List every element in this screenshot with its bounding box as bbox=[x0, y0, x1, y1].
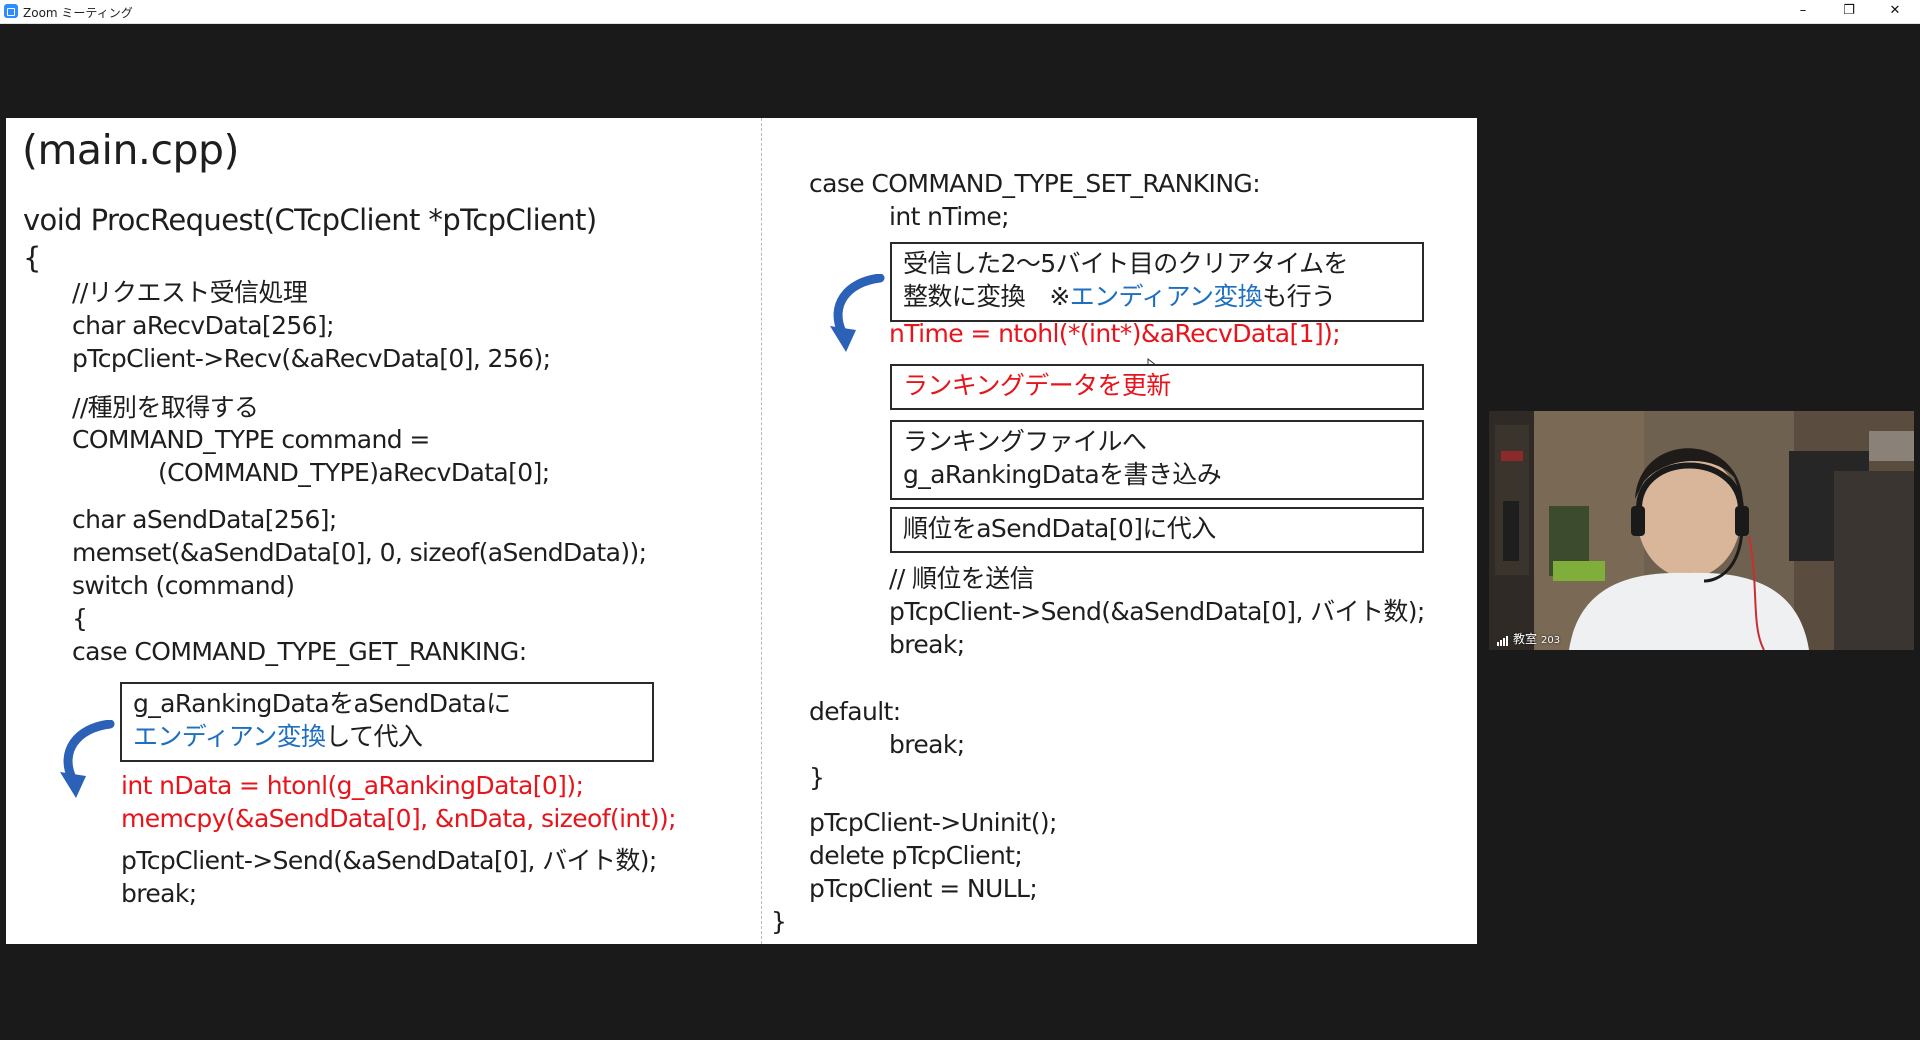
participant-video-tile[interactable]: 教室 203 bbox=[1489, 411, 1914, 650]
note-line2-prefix: 整数に変換 ※ bbox=[903, 282, 1070, 311]
participant-name-label: 教室 203 bbox=[1497, 630, 1560, 647]
signal-strength-icon bbox=[1497, 632, 1509, 646]
code-send-decl: char aSendData[256]; bbox=[72, 505, 337, 534]
note-box-line1: g_aRankingDataをaSendDataに bbox=[133, 689, 511, 718]
note-box-endian-send: g_aRankingDataをaSendDataに エンディアン変換して代入 bbox=[120, 682, 654, 762]
box-update-ranking: ランキングデータを更新 bbox=[890, 364, 1424, 410]
box-write-file-line1: ランキングファイルへ bbox=[903, 427, 1147, 456]
curved-arrow-icon bbox=[60, 720, 115, 798]
minimize-button[interactable]: – bbox=[1780, 0, 1826, 23]
code-null-assign: pTcpClient = NULL; bbox=[809, 874, 1038, 903]
box-write-file: ランキングファイルへ g_aRankingDataを書き込み bbox=[890, 420, 1424, 500]
endian-keyword-right: エンディアン変換 bbox=[1069, 282, 1263, 311]
comment-send-rank: // 順位を送信 bbox=[889, 564, 1035, 593]
note-box-cleartime-line1: 受信した2～5バイト目のクリアタイムを bbox=[903, 249, 1349, 278]
maximize-button[interactable]: ❐ bbox=[1826, 0, 1872, 23]
column-divider bbox=[761, 118, 762, 944]
slide-heading: (main.cpp) bbox=[22, 126, 240, 174]
code-command-cast: (COMMAND_TYPE)aRecvData[0]; bbox=[158, 458, 550, 487]
code-send-call-right: pTcpClient->Send(&aSendData[0], バイト数); bbox=[889, 597, 1425, 626]
code-switch-close: } bbox=[809, 763, 825, 792]
function-open-brace: { bbox=[23, 241, 41, 275]
comment-receive: //リクエスト受信処理 bbox=[72, 278, 308, 307]
code-switch: switch (command) bbox=[72, 571, 295, 600]
participant-name: 教室 bbox=[1513, 632, 1538, 646]
curved-arrow-icon bbox=[830, 274, 885, 352]
endian-keyword: エンディアン変換 bbox=[133, 722, 326, 751]
code-htonl: int nData = htonl(g_aRankingData[0]); bbox=[121, 771, 584, 800]
participant-video-frame bbox=[1489, 411, 1914, 650]
title-bar: Zoom ミーティング – ❐ ✕ bbox=[0, 0, 1920, 24]
zoom-app-icon bbox=[4, 4, 18, 18]
code-case-set-ranking: case COMMAND_TYPE_SET_RANKING: bbox=[809, 169, 1261, 198]
box-assign-rank-text: 順位をaSendData[0]に代入 bbox=[903, 514, 1216, 543]
shared-screen-slide: (main.cpp) void ProcRequest(CTcpClient *… bbox=[6, 118, 1477, 944]
note-box-line2: エンディアン変換して代入 bbox=[133, 721, 423, 753]
box-update-ranking-text: ランキングデータを更新 bbox=[903, 371, 1171, 400]
code-ntohl: nTime = ntohl(*(int*)&aRecvData[1]); bbox=[889, 319, 1341, 348]
code-break-right: break; bbox=[889, 630, 965, 659]
box-assign-rank: 順位をaSendData[0]に代入 bbox=[890, 507, 1424, 553]
code-memcpy: memcpy(&aSendData[0], &nData, sizeof(int… bbox=[121, 804, 677, 833]
note-line2-suffix: も行う bbox=[1262, 282, 1336, 311]
code-default-break: break; bbox=[889, 730, 965, 759]
note-box-cleartime-line2: 整数に変換 ※エンディアン変換も行う bbox=[903, 281, 1336, 313]
close-button[interactable]: ✕ bbox=[1872, 0, 1918, 23]
code-recv-decl: char aRecvData[256]; bbox=[72, 311, 335, 340]
code-ntime-decl: int nTime; bbox=[889, 202, 1010, 231]
participant-room-number: 203 bbox=[1541, 635, 1561, 646]
code-memset-call: memset(&aSendData[0], 0, sizeof(aSendDat… bbox=[72, 538, 647, 567]
code-delete: delete pTcpClient; bbox=[809, 841, 1023, 870]
code-default-label: default: bbox=[809, 697, 901, 726]
box-write-file-line2: g_aRankingDataを書き込み bbox=[903, 460, 1222, 489]
code-send-call-left: pTcpClient->Send(&aSendData[0], バイト数); bbox=[121, 846, 657, 875]
window-title: Zoom ミーティング bbox=[23, 6, 133, 20]
comment-get-type: //種別を取得する bbox=[72, 393, 259, 422]
function-signature: void ProcRequest(CTcpClient *pTcpClient) bbox=[23, 203, 597, 237]
code-function-close: } bbox=[771, 907, 787, 936]
code-command-decl: COMMAND_TYPE command = bbox=[72, 425, 430, 454]
note-box-line2-rest: して代入 bbox=[325, 722, 423, 751]
code-uninit: pTcpClient->Uninit(); bbox=[809, 808, 1057, 837]
code-case-get-ranking: case COMMAND_TYPE_GET_RANKING: bbox=[72, 637, 527, 666]
code-switch-brace: { bbox=[72, 604, 88, 633]
code-break-left: break; bbox=[121, 879, 197, 908]
note-box-cleartime: 受信した2～5バイト目のクリアタイムを 整数に変換 ※エンディアン変換も行う bbox=[890, 242, 1424, 322]
code-recv-call: pTcpClient->Recv(&aRecvData[0], 256); bbox=[72, 344, 551, 373]
